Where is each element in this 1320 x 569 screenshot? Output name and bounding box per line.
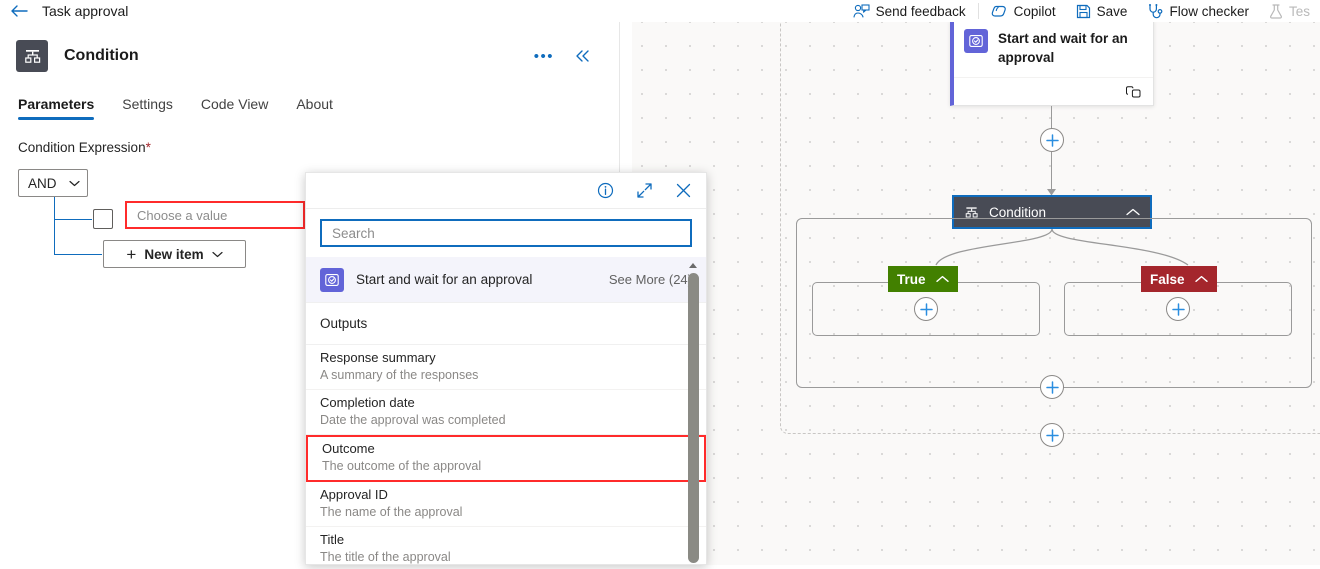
copilot-icon (991, 4, 1008, 19)
flyout-scrollbar[interactable] (686, 257, 703, 569)
choose-a-value-input[interactable]: Choose a value (125, 201, 305, 229)
see-more-label: See More (608, 272, 666, 287)
condition-expression-label: Condition Expression* (0, 120, 620, 155)
list-item-title: Response summary (320, 350, 436, 365)
list-item-title: Approval ID (320, 487, 388, 502)
flyout-header (306, 173, 706, 209)
plus-icon: + (126, 244, 137, 264)
expand-diagonal-icon[interactable] (636, 182, 653, 199)
tab-settings[interactable]: Settings (122, 96, 173, 120)
list-item[interactable]: Approval ID The name of the approval (306, 482, 706, 527)
panel-title: Condition (64, 47, 139, 64)
list-item-title: Title (320, 532, 345, 547)
flyout-search-wrapper: Search (306, 209, 706, 257)
tab-about[interactable]: About (296, 96, 333, 120)
double-chevron-left-icon[interactable] (574, 49, 592, 63)
ellipsis-icon[interactable]: ••• (534, 49, 554, 64)
condition-row-checkbox[interactable] (93, 209, 113, 229)
list-item-description: The title of the approval (320, 550, 451, 564)
save-button[interactable]: Save (1066, 0, 1138, 22)
flyout-scrollbar-thumb[interactable] (688, 273, 699, 563)
logical-operator-dropdown[interactable]: AND (18, 169, 88, 197)
approval-node-title: Start and wait for an approval (998, 31, 1128, 65)
panel-tabs: Parameters Settings Code View About (0, 78, 620, 120)
false-branch-badge[interactable]: False (1141, 266, 1217, 292)
add-step-true-branch[interactable] (914, 297, 938, 321)
dynamic-content-list: Start and wait for an approval See More … (306, 257, 706, 569)
builder-connector-row1 (54, 219, 92, 220)
builder-connector-vertical (54, 197, 55, 255)
chevron-up-icon[interactable] (1126, 208, 1140, 216)
add-step-above-condition[interactable] (1040, 128, 1064, 152)
see-more-link[interactable]: See More (24) (609, 272, 692, 287)
list-item[interactable]: Title The title of the approval (306, 527, 706, 569)
back-arrow-icon[interactable] (8, 2, 30, 20)
builder-connector-row2 (54, 254, 102, 255)
required-marker: * (145, 140, 151, 155)
command-divider (977, 3, 979, 19)
add-step-after-condition[interactable] (1040, 375, 1064, 399)
false-branch-label: False (1150, 271, 1185, 287)
list-item-title: Outcome (322, 441, 375, 456)
panel-header: Condition ••• (0, 22, 620, 78)
outputs-section-header: Outputs (306, 303, 706, 345)
dynamic-content-flyout: Search Start and wait for an approval Se… (305, 172, 707, 565)
new-item-label: New item (144, 246, 204, 262)
tab-code-view[interactable]: Code View (201, 96, 268, 120)
info-circle-icon[interactable] (597, 182, 614, 199)
group-name: Start and wait for an approval (356, 272, 533, 287)
logical-operator-value: AND (28, 175, 57, 191)
approval-icon (320, 267, 344, 292)
dynamic-content-group-row[interactable]: Start and wait for an approval See More … (306, 257, 706, 303)
list-item-description: Date the approval was completed (320, 413, 506, 427)
condition-branch-icon (16, 40, 48, 72)
approval-node-header: Start and wait for an approval (954, 22, 1153, 67)
flow-title: Task approval (42, 3, 129, 19)
list-item-description: A summary of the responses (320, 368, 479, 382)
add-step-end[interactable] (1040, 423, 1064, 447)
close-x-icon[interactable] (675, 182, 692, 199)
tab-parameters[interactable]: Parameters (18, 96, 95, 120)
test-button[interactable]: Tes (1259, 0, 1320, 22)
chevron-up-icon[interactable] (935, 275, 949, 283)
list-item-title: Completion date (320, 395, 415, 410)
copilot-label: Copilot (1013, 3, 1056, 19)
approval-node[interactable]: Start and wait for an approval (950, 22, 1154, 106)
flask-icon (1269, 3, 1283, 19)
send-feedback-button[interactable]: Send feedback (843, 0, 976, 22)
flow-canvas[interactable]: Start and wait for an approval Condition… (620, 22, 1320, 565)
list-item[interactable]: Response summary A summary of the respon… (306, 345, 706, 390)
approval-node-footer (954, 77, 1153, 105)
panel-header-actions: ••• (534, 49, 604, 64)
top-command-bar: Task approval Send feedback Copilot Save (0, 0, 1320, 22)
flow-checker-button[interactable]: Flow checker (1137, 0, 1259, 22)
condition-expression-text: Condition Expression (18, 140, 146, 155)
flow-checker-label: Flow checker (1169, 3, 1249, 19)
copy-icon[interactable] (1126, 85, 1141, 99)
add-step-false-branch[interactable] (1166, 297, 1190, 321)
approval-icon (964, 29, 988, 53)
person-feedback-icon (853, 4, 870, 18)
topbar-left-group: Task approval (0, 2, 128, 20)
chevron-down-icon (69, 180, 80, 187)
copilot-button[interactable]: Copilot (981, 0, 1066, 22)
edge-plus-to-condition (1051, 152, 1052, 192)
stethoscope-icon (1147, 3, 1163, 19)
list-item-description: The outcome of the approval (322, 459, 482, 473)
test-label: Tes (1288, 3, 1310, 19)
topbar-command-group: Send feedback Copilot Save Flow checker (843, 0, 1320, 22)
scroll-up-arrow-icon[interactable] (686, 259, 700, 271)
save-disk-icon (1076, 4, 1091, 19)
save-label: Save (1096, 3, 1128, 19)
list-item-outcome[interactable]: Outcome The outcome of the approval (306, 435, 706, 482)
true-branch-badge[interactable]: True (888, 266, 958, 292)
add-new-item-button[interactable]: + New item (103, 240, 246, 268)
true-branch-label: True (897, 271, 926, 287)
search-input[interactable]: Search (320, 219, 692, 247)
list-item-description: The name of the approval (320, 505, 463, 519)
list-item[interactable]: Completion date Date the approval was co… (306, 390, 706, 435)
send-feedback-label: Send feedback (875, 3, 966, 19)
chevron-up-icon[interactable] (1194, 275, 1208, 283)
chevron-down-icon (212, 251, 223, 258)
